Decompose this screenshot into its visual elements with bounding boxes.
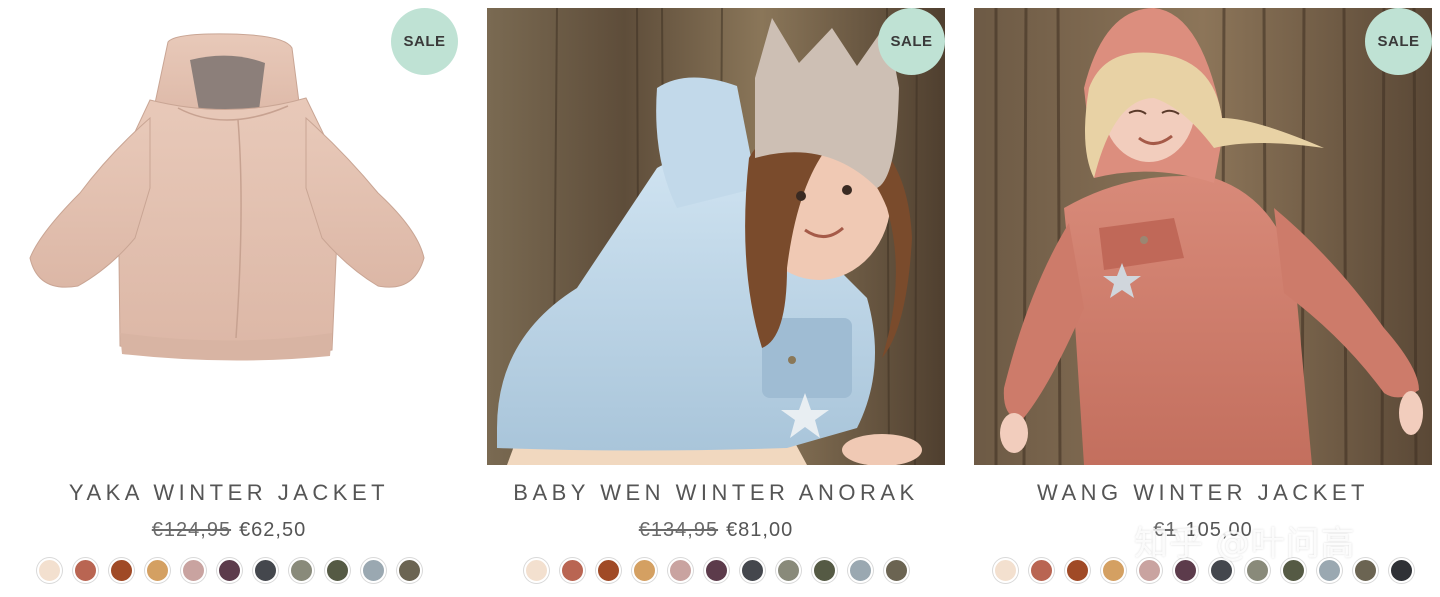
color-swatch[interactable] [847, 558, 873, 583]
product-image[interactable]: SALE [974, 8, 1432, 465]
color-swatch[interactable] [883, 558, 909, 583]
product-image[interactable]: SALE [487, 8, 945, 465]
color-swatch[interactable] [396, 558, 422, 583]
color-swatch[interactable] [288, 558, 314, 583]
color-swatch[interactable] [559, 558, 585, 583]
sale-badge[interactable]: SALE [1365, 8, 1432, 75]
color-swatch[interactable] [667, 558, 693, 583]
color-swatch[interactable] [992, 558, 1018, 583]
color-swatch[interactable] [1388, 558, 1414, 583]
color-swatches [487, 558, 945, 583]
color-swatch[interactable] [523, 558, 549, 583]
product-image[interactable]: SALE [0, 8, 458, 465]
sale-price: €81,00 [726, 519, 794, 541]
color-swatch[interactable] [108, 558, 134, 583]
color-swatch[interactable] [36, 558, 62, 583]
color-swatch[interactable] [1208, 558, 1234, 583]
sale-price: 105,00 [1185, 519, 1253, 541]
color-swatch[interactable] [1316, 558, 1342, 583]
product-title[interactable]: WANG WINTER JACKET [974, 480, 1432, 506]
product-title[interactable]: YAKA WINTER JACKET [0, 480, 458, 506]
original-price: €134,95 [638, 519, 719, 541]
product-title[interactable]: BABY WEN WINTER ANORAK [487, 480, 945, 506]
color-swatch[interactable] [1244, 558, 1270, 583]
color-swatch[interactable] [811, 558, 837, 583]
color-swatch[interactable] [180, 558, 206, 583]
color-swatch[interactable] [72, 558, 98, 583]
sale-badge[interactable]: SALE [878, 8, 945, 75]
color-swatch[interactable] [631, 558, 657, 583]
color-swatches [0, 558, 458, 583]
sale-price: €62,50 [239, 519, 307, 541]
child-pink-jacket-photo [974, 8, 1432, 465]
product-price: €134,95 €81,00 [487, 519, 945, 542]
product-card-wang[interactable]: SALE WANG WINTER JACKET €1 105,00 [974, 8, 1432, 597]
color-swatch[interactable] [1352, 558, 1378, 583]
color-swatch[interactable] [144, 558, 170, 583]
color-swatch[interactable] [739, 558, 765, 583]
color-swatch[interactable] [775, 558, 801, 583]
color-swatch[interactable] [1136, 558, 1162, 583]
sale-badge[interactable]: SALE [391, 8, 458, 75]
color-swatch[interactable] [324, 558, 350, 583]
product-price: €124,95 €62,50 [0, 519, 458, 542]
color-swatch[interactable] [1280, 558, 1306, 583]
child-blue-anorak-photo [487, 8, 945, 465]
color-swatch[interactable] [1172, 558, 1198, 583]
color-swatches [974, 558, 1432, 583]
color-swatch[interactable] [595, 558, 621, 583]
product-card-baby-wen[interactable]: SALE BABY WEN WINTER ANORAK €134,95 €81,0… [487, 8, 945, 597]
original-price: €124,95 [151, 519, 232, 541]
color-swatch[interactable] [1100, 558, 1126, 583]
original-price: €1 [1153, 519, 1178, 541]
pink-jacket-product-image [29, 33, 425, 361]
product-card-yaka[interactable]: SALE YAKA WINTER JACKET €124,95 €62,50 [0, 8, 458, 597]
color-swatch[interactable] [252, 558, 278, 583]
color-swatch[interactable] [216, 558, 242, 583]
color-swatch[interactable] [703, 558, 729, 583]
color-swatch[interactable] [1064, 558, 1090, 583]
color-swatch[interactable] [360, 558, 386, 583]
color-swatch[interactable] [1028, 558, 1054, 583]
product-price: €1 105,00 [974, 519, 1432, 542]
